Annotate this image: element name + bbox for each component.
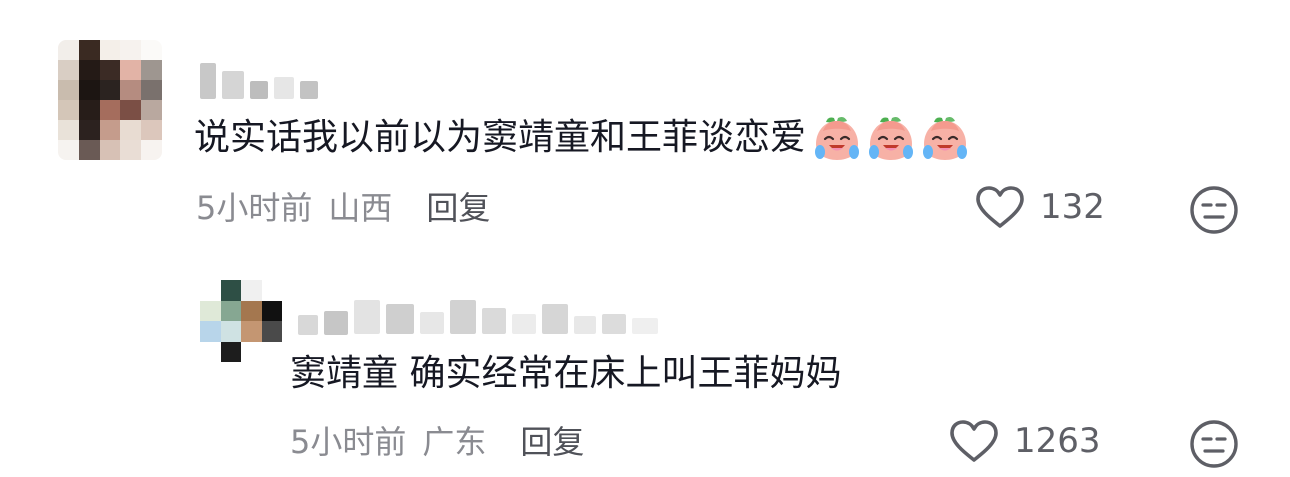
like-button[interactable]: 132 [974, 184, 1105, 230]
comment-time: 5小时前 [290, 423, 407, 461]
crying-laughing-peach-emoji [869, 117, 914, 160]
crying-laughing-peach-emoji [815, 117, 860, 160]
dislike-button[interactable] [1188, 418, 1240, 470]
heart-outline-icon [976, 186, 1024, 228]
like-count: 132 [1040, 187, 1105, 227]
comment-text-content: 窦靖童 确实经常在床上叫王菲妈妈 [290, 353, 842, 394]
comment-location: 广东 [422, 423, 487, 461]
comment-meta: 5小时前 广东 回复 [290, 420, 584, 464]
reply-button[interactable]: 回复 [520, 420, 584, 464]
emoji-row [812, 114, 970, 162]
meh-face-icon [1190, 420, 1238, 468]
comment-text: 说实话我以前以为窦靖童和王菲谈恋爱 [194, 114, 970, 162]
reply-comment-item: 窦靖童 确实经常在床上叫王菲妈妈 5小时前 广东 回复 1263 [0, 260, 1290, 477]
comment-text-content: 说实话我以前以为窦靖童和王菲谈恋爱 [194, 117, 807, 158]
like-count: 1263 [1014, 421, 1101, 461]
heart-outline-icon [950, 420, 998, 462]
like-button[interactable]: 1263 [948, 418, 1101, 464]
username-blurred[interactable] [298, 298, 658, 336]
avatar[interactable] [58, 40, 162, 160]
comment-time: 5小时前 [196, 189, 313, 227]
username-blurred[interactable] [200, 62, 318, 100]
meh-face-icon [1190, 186, 1238, 234]
reply-button[interactable]: 回复 [426, 186, 490, 230]
dislike-button[interactable] [1188, 184, 1240, 236]
comment-item: 说实话我以前以为窦靖童和王菲谈恋爱 5小时前 山西 回复 132 [0, 0, 1290, 260]
crying-laughing-peach-emoji [923, 117, 968, 160]
comment-text: 窦靖童 确实经常在床上叫王菲妈妈 [290, 350, 841, 398]
comment-location: 山西 [328, 189, 393, 227]
comment-meta: 5小时前 山西 回复 [196, 186, 490, 230]
avatar[interactable] [200, 280, 282, 362]
